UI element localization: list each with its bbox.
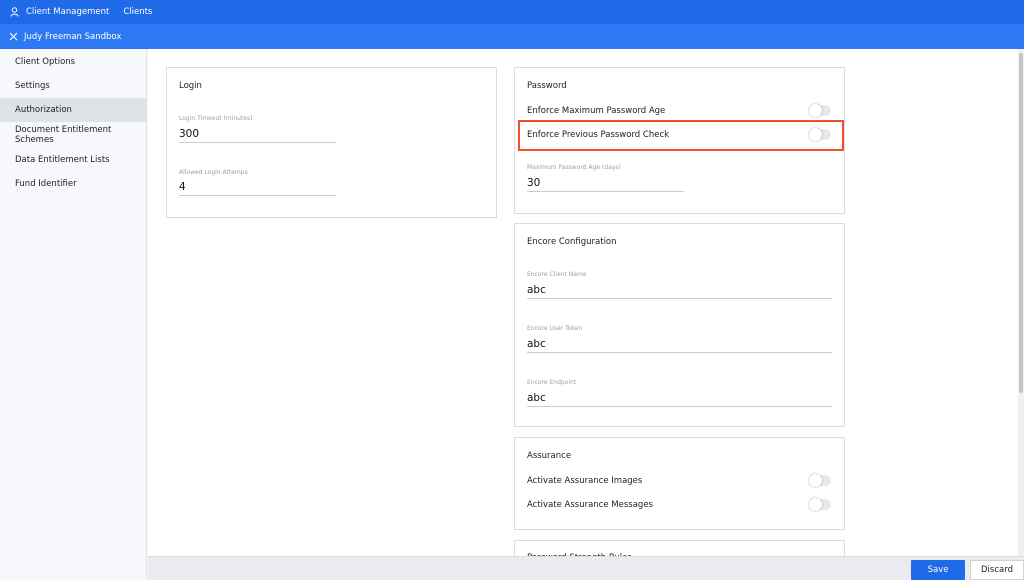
encore-user-token-input[interactable]: abc [527,338,546,350]
encore-client-name-input[interactable]: abc [527,284,546,296]
login-timeout-underline [179,142,336,143]
max-age-label: Maximum Password Age (days) [527,164,621,171]
sidebar-item-client-options[interactable]: Client Options [0,54,147,69]
scrollbar-thumb[interactable] [1019,53,1023,393]
encore-client-name-label: Encore Client Name [527,271,587,278]
login-attempts-underline [179,195,336,196]
max-age-input[interactable]: 30 [527,177,540,189]
sidebar: Client Options Settings Authorization Do… [0,49,147,580]
toggle-knob [809,104,822,117]
encore-endpoint-underline [527,406,832,407]
sidebar-item-authorization[interactable]: Authorization [0,98,147,122]
login-timeout-label: Login Timeout (minutes) [179,115,253,122]
login-card-title: Login [179,81,202,91]
encore-user-token-label: Encore User Token [527,325,583,332]
assurance-images-toggle[interactable] [809,474,831,487]
client-title: Judy Freeman Sandbox [24,31,122,42]
assurance-messages-label: Activate Assurance Messages [527,500,653,510]
login-attempts-label: Allowed Login Attemps [179,169,248,176]
assurance-card: Assurance Activate Assurance Images Acti… [514,437,845,530]
enforce-max-age-toggle[interactable] [809,104,831,117]
assurance-messages-toggle[interactable] [809,498,831,511]
discard-button[interactable]: Discard [970,560,1024,580]
sidebar-item-document-entitlement-schemes[interactable]: Document Entitlement Schemes [0,124,147,146]
client-header-bar: Judy Freeman Sandbox [0,24,1024,49]
user-icon[interactable] [9,7,19,17]
login-card: Login Login Timeout (minutes) 300 Allowe… [166,67,497,218]
encore-user-token-underline [527,352,832,353]
max-age-underline [527,191,684,192]
breadcrumb-client-management[interactable]: Client Management [26,7,109,17]
assurance-card-title: Assurance [527,451,572,461]
toggle-knob [809,474,822,487]
highlight-box [518,120,844,151]
sidebar-item-data-entitlement-lists[interactable]: Data Entitlement Lists [0,152,147,167]
close-icon[interactable] [8,32,18,42]
top-nav-bar: Client Management Clients [0,0,1024,24]
enforce-max-age-label: Enforce Maximum Password Age [527,106,666,116]
breadcrumb-clients[interactable]: Clients [123,7,152,17]
encore-config-card: Encore Configuration Encore Client Name … [514,223,845,427]
encore-endpoint-label: Encore Endpoint [527,379,577,386]
login-timeout-input[interactable]: 300 [179,128,199,140]
save-button[interactable]: Save [911,560,965,580]
toggle-knob [809,498,822,511]
encore-endpoint-input[interactable]: abc [527,392,546,404]
sidebar-item-settings[interactable]: Settings [0,78,147,93]
password-card-title: Password [527,81,567,91]
encore-card-title: Encore Configuration [527,237,617,247]
encore-client-name-underline [527,298,832,299]
scrollbar[interactable] [1018,49,1024,556]
login-attempts-input[interactable]: 4 [179,181,186,193]
sidebar-item-fund-identifier[interactable]: Fund Identifier [0,176,147,191]
footer-bar [148,556,1024,580]
assurance-images-label: Activate Assurance Images [527,476,643,486]
